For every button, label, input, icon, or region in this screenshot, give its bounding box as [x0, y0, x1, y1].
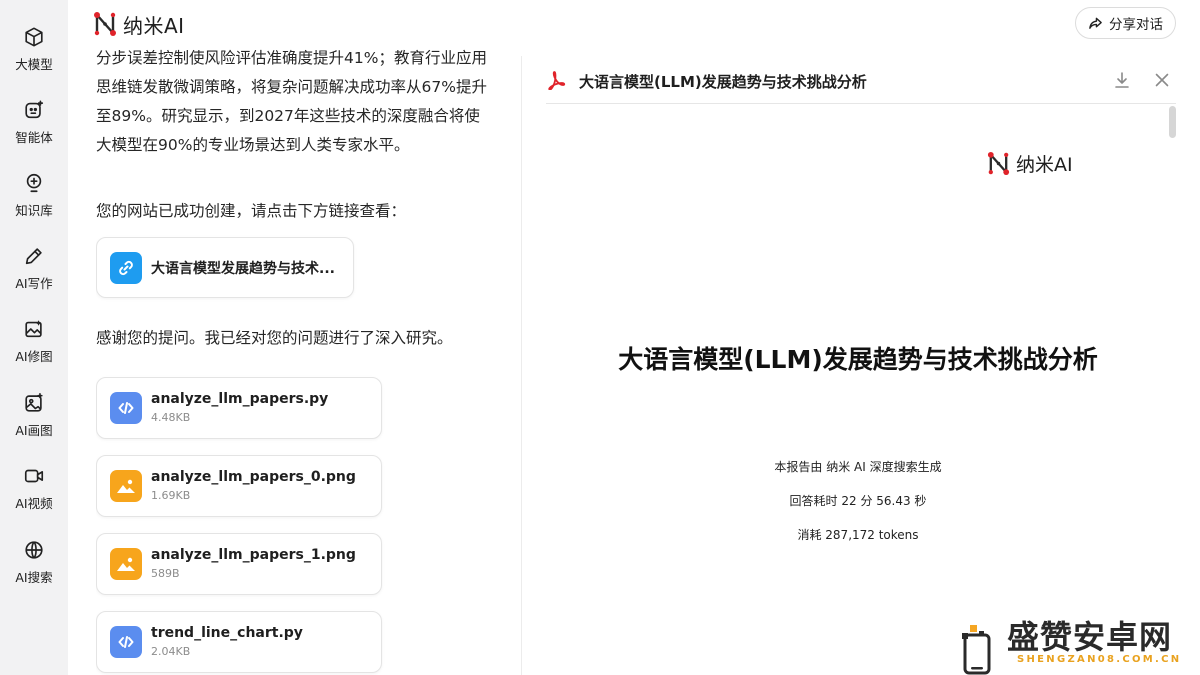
rail-item-ai-search[interactable]: AI搜索: [0, 535, 68, 595]
rail-item-ai-video[interactable]: AI视频: [0, 461, 68, 521]
file-card[interactable]: analyze_llm_papers.py 4.48KB: [96, 377, 382, 439]
image-file-icon: [110, 470, 142, 502]
rail-item-ai-writing[interactable]: AI写作: [0, 241, 68, 301]
watermark-url: SHENGZAN08.COM.CN: [1017, 654, 1182, 665]
document-generated-by: 本报告由 纳米 AI 深度搜索生成: [774, 460, 942, 474]
rail-item-ai-retouch[interactable]: AI修图: [0, 314, 68, 374]
file-card[interactable]: trend_line_chart.py 2.04KB: [96, 611, 382, 673]
website-link-title: 大语言模型发展趋势与技术...: [151, 260, 335, 277]
file-size: 1.69KB: [151, 489, 191, 502]
rail-item-label: 智能体: [15, 130, 53, 145]
rail-item-models[interactable]: 大模型: [0, 22, 68, 82]
rail-item-label: AI修图: [15, 349, 53, 364]
document-title: 大语言模型(LLM)发展趋势与技术挑战分析: [618, 345, 1098, 374]
cube-icon: [25, 27, 43, 47]
code-file-icon: [110, 392, 142, 424]
rail-item-label: AI搜索: [15, 570, 53, 585]
file-size: 2.04KB: [151, 645, 191, 658]
rail-item-knowledge[interactable]: 知识库: [0, 168, 68, 228]
answer-paragraph: 分步误差控制使风险评估准确度提升41%；教育行业应用思维链发散微调策略，将复杂问…: [96, 49, 487, 154]
rail-item-label: 知识库: [15, 203, 53, 218]
nano-logo-icon: [987, 151, 1010, 176]
website-created-text: 您的网站已成功创建，请点击下方链接查看：: [96, 202, 407, 220]
file-card[interactable]: analyze_llm_papers_1.png 589B: [96, 533, 382, 595]
palette-icon: [25, 393, 43, 412]
rail-item-label: AI写作: [15, 276, 53, 291]
pdf-icon: [548, 71, 566, 90]
agent-icon: [25, 100, 44, 119]
share-conversation-button[interactable]: 分享对话: [1075, 7, 1176, 39]
left-rail: 大模型 智能体 知识库 AI写作 AI修图 AI画图 AI视频 AI搜索: [0, 0, 68, 675]
file-name: analyze_llm_papers_0.png: [151, 469, 356, 485]
file-name: trend_line_chart.py: [151, 625, 303, 641]
thanks-paragraph: 感谢您的提问。我已经对您的问题进行了深入研究。: [96, 329, 453, 347]
code-file-icon: [110, 626, 142, 658]
video-icon: [24, 469, 44, 483]
document-logo: 纳米AI: [986, 150, 1073, 177]
link-icon: [110, 251, 142, 284]
rail-item-label: AI画图: [15, 423, 53, 438]
share-icon: [1089, 17, 1102, 29]
rail-item-agents[interactable]: 智能体: [0, 95, 68, 155]
pen-icon: [25, 248, 42, 265]
download-icon[interactable]: [1112, 70, 1132, 90]
document-logo-text: 纳米AI: [1016, 154, 1073, 176]
document-tokens: 消耗 287,172 tokens: [797, 528, 919, 542]
rail-item-label: AI视频: [15, 496, 53, 511]
file-size: 4.48KB: [151, 411, 191, 424]
watermark-text: 盛赞安卓网: [1007, 618, 1173, 656]
file-name: analyze_llm_papers_1.png: [151, 547, 356, 563]
phone-logo-icon: [962, 625, 991, 675]
website-link-card[interactable]: 大语言模型发展趋势与技术...: [96, 237, 354, 298]
globe-icon: [25, 541, 43, 559]
share-label: 分享对话: [1109, 17, 1163, 32]
close-icon[interactable]: [1152, 70, 1172, 90]
file-card[interactable]: analyze_llm_papers_0.png 1.69KB: [96, 455, 382, 517]
file-size: 589B: [151, 567, 180, 580]
document-answer-time: 回答耗时 22 分 56.43 秒: [789, 494, 927, 508]
lightbulb-icon: [26, 173, 42, 193]
file-name: analyze_llm_papers.py: [151, 391, 329, 407]
preview-scrollbar-thumb[interactable]: [1169, 106, 1176, 138]
chat-thread[interactable]: 分步误差控制使风险评估准确度提升41%；教育行业应用思维链发散微调策略，将复杂问…: [96, 0, 496, 675]
preview-title: 大语言模型(LLM)发展趋势与技术挑战分析: [579, 73, 867, 91]
image-edit-icon: [25, 320, 42, 338]
rail-item-label: 大模型: [15, 57, 53, 72]
panel-divider[interactable]: [521, 56, 522, 675]
preview-header: 大语言模型(LLM)发展趋势与技术挑战分析: [546, 60, 1176, 104]
rail-item-ai-drawing[interactable]: AI画图: [0, 388, 68, 448]
image-file-icon: [110, 548, 142, 580]
site-watermark: 盛赞安卓网 SHENGZAN08.COM.CN: [955, 615, 1200, 675]
